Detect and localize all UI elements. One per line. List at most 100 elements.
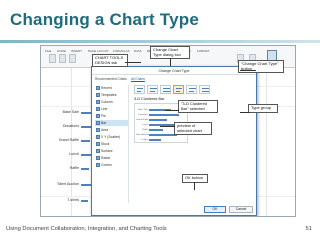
dialog-title: Change Chart Type [92,67,256,75]
background-chart-label: Raffle [69,166,79,170]
preview-bar [149,134,177,136]
background-chart-bar [81,168,89,170]
chart-type-radar[interactable]: Radar [95,155,128,161]
chart-type-area[interactable]: Area [95,127,128,133]
chart-type-label: X Y (Scatter) [101,135,121,139]
background-chart-label: Lunch [69,152,79,156]
subtype-glyph-bar [163,91,170,92]
background-chart-label: Donations [62,124,79,128]
callout-leader-line [125,62,141,63]
chart-type-label: Recent [101,86,112,90]
preview-label: T-shirts [140,139,148,141]
subtype-3d-stacked-bar[interactable] [186,85,197,94]
slide-title: Changing a Chart Type [10,10,200,29]
change-colors-icon[interactable] [69,54,76,63]
ok-button[interactable]: OK [204,206,226,213]
preview-bar [149,139,161,141]
subtype-glyph-bar [137,91,141,92]
background-chart-bar [81,112,91,114]
ribbon-tab-formulas[interactable]: FORMULAS [113,49,130,53]
preview-label: Raffle [142,129,148,131]
chart-type-label: Surface [101,149,113,153]
callout-ok-button: OK button [182,174,208,183]
chart-type-label: Line [101,107,108,111]
chart-type-templates[interactable]: Templates [95,92,128,98]
subtype-glyph-bar [176,88,182,89]
subtype-100-stacked-bar[interactable] [160,85,171,94]
page-number: 51 [305,226,312,232]
line-chart-icon [96,107,100,111]
scatter-chart-icon [96,135,100,139]
ribbon-tab-data[interactable]: DATA [134,49,142,53]
preview-label: Grand Raffle [136,119,149,121]
chart-type-surface[interactable]: Surface [95,148,128,154]
chart-type-pie[interactable]: Pie [95,113,128,119]
chart-type-label: Radar [101,156,111,160]
background-chart-label: Grand Raffle [58,138,79,142]
callout-3d-clustered-bar: "3-D Clustered Bar" selected [178,100,218,114]
selected-subtype-name: 3-D Clustered Bar [134,97,165,101]
stock-chart-icon [96,142,100,146]
area-chart-icon [96,128,100,132]
callout-leader-line [170,58,172,66]
chart-type-stock[interactable]: Stock [95,141,128,147]
preview-label: Donations [138,114,148,116]
preview-bar [149,119,167,121]
preview-label: Silent Auction [136,134,150,136]
chart-type-bar[interactable]: Bar [95,120,128,126]
ribbon-tab-insert[interactable]: INSERT [71,49,82,53]
chart-type-label: Bar [101,121,107,125]
footer-text: Using Document Collaboration, Integratio… [6,226,167,232]
callout-leader-line [165,110,179,111]
background-chart-bar [81,200,88,202]
subtype-glyph-bar [202,91,209,92]
cancel-button[interactable]: Cancel [229,206,253,213]
chart-type-column[interactable]: Column [95,99,128,105]
surface-chart-icon [96,149,100,153]
callout-change-chart-button: "Change Chart Type" button [238,60,284,74]
ribbon-tab-page-layout[interactable]: PAGE LAYOUT [88,49,109,53]
chart-type-label: Area [101,128,109,132]
subtype-stacked-bar[interactable] [147,85,158,94]
subtype-glyph-bar [202,88,209,89]
subtype-glyph-bar [137,88,143,89]
chart-type-label: Combo [101,163,112,167]
tab-all-charts[interactable]: All Charts [131,77,145,81]
ribbon-tab-format[interactable]: FORMAT [197,49,209,53]
chart-type-label: Stock [101,142,110,146]
background-chart-label: Bake Sale [62,110,79,114]
tab-recommended-charts[interactable]: Recommended Charts [95,77,127,81]
grid-line [266,68,267,216]
callout-leader-line [240,70,256,71]
radar-chart-icon [96,156,100,160]
preview-bar [149,114,179,116]
subtype-3d-clustered-bar[interactable] [173,85,184,94]
chart-type-line[interactable]: Line [95,106,128,112]
chart-type-scatter[interactable]: X Y (Scatter) [95,134,128,140]
chart-type-label: Column [101,100,113,104]
subtype-glyph-bar [189,88,196,89]
chart-type-combo[interactable]: Combo [95,162,128,168]
ribbon-tab-file[interactable]: FILE [45,49,51,53]
subtype-glyph-bar [163,88,170,89]
recent-icon [96,86,100,90]
callout-type-group: Type group [248,104,278,113]
callout-leader-line [240,112,250,113]
add-chart-element-icon[interactable] [49,54,56,63]
background-chart-label: T-shirts [67,198,79,202]
column-chart-icon [96,100,100,104]
subtype-clustered-bar[interactable] [134,85,145,94]
ribbon-tab-home[interactable]: HOME [57,49,66,53]
subtype-3d-100-stacked-bar[interactable] [199,85,210,94]
callout-leader-line [194,182,195,190]
change-chart-type-dialog: Change Chart Type ? ✕ Recommended Charts… [91,66,257,216]
chart-type-recent[interactable]: Recent [95,85,128,91]
subtype-glyph-bar [150,91,155,92]
subtype-glyph-bar [189,91,194,92]
quick-layout-icon[interactable] [59,54,66,63]
background-chart-bar [81,140,90,142]
subtype-glyph-bar [176,91,180,92]
preview-label: Lunch [142,124,148,126]
background-chart[interactable]: Bake Sale Donations Grand Raffle Lunch R… [45,106,93,212]
pie-chart-icon [96,114,100,118]
